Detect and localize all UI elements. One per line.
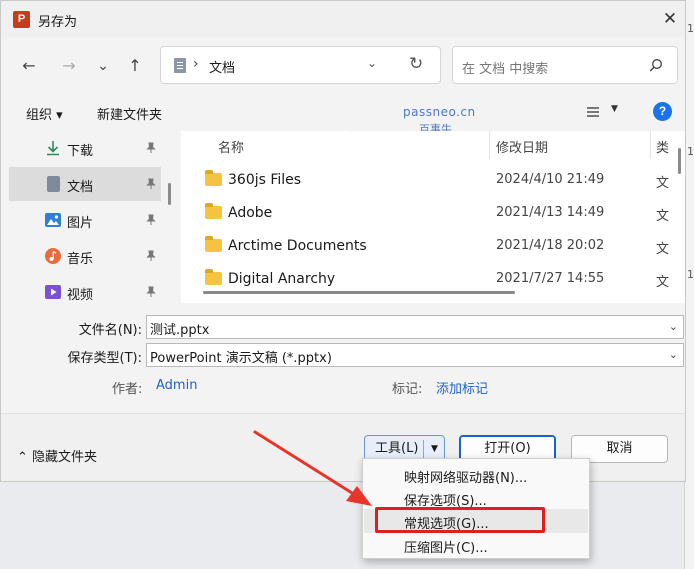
hide-folders-toggle[interactable]: ⌃ 隐藏文件夹 bbox=[17, 446, 97, 465]
file-name: Digital Anarchy bbox=[228, 271, 336, 287]
sidebar-item-documents[interactable]: 文档 bbox=[9, 167, 161, 201]
sidebar-item-label: 文档 bbox=[67, 180, 94, 195]
organize-menu[interactable]: 组织 ▾ bbox=[26, 104, 63, 123]
watermark-url: passneo.cn bbox=[403, 105, 476, 119]
forward-arrow-icon[interactable]: → bbox=[55, 51, 83, 81]
up-arrow-icon[interactable]: ↑ bbox=[121, 51, 149, 81]
picture-icon bbox=[45, 213, 61, 227]
folder-icon bbox=[205, 203, 222, 219]
pin-icon[interactable] bbox=[145, 214, 157, 226]
sidebar-item-videos[interactable]: 视频 bbox=[9, 275, 161, 309]
file-date: 2021/4/18 20:02 bbox=[496, 238, 605, 253]
table-row[interactable]: 360js Files 2024/4/10 21:49 文 bbox=[181, 164, 685, 197]
file-name: Arctime Documents bbox=[228, 238, 367, 254]
chevron-down-icon[interactable]: ⌄ bbox=[669, 320, 678, 333]
sidebar-item-label: 图片 bbox=[67, 216, 94, 231]
vertical-scrollbar[interactable] bbox=[678, 148, 681, 174]
author-label: 作者: bbox=[112, 382, 143, 397]
filetype-value[interactable]: PowerPoint 演示文稿 (*.pptx) bbox=[150, 347, 332, 366]
column-divider[interactable] bbox=[489, 131, 490, 159]
address-bar[interactable]: › 文档 ⌄ ↻ bbox=[160, 46, 441, 84]
refresh-icon[interactable]: ↻ bbox=[409, 54, 423, 74]
recent-locations-chevron-icon[interactable]: ⌄ bbox=[89, 51, 117, 81]
powerpoint-app-icon: P bbox=[13, 11, 30, 28]
file-type: 文 bbox=[656, 209, 670, 224]
sidebar-item-label: 下载 bbox=[67, 144, 94, 159]
file-type: 文 bbox=[656, 176, 670, 191]
view-list-icon[interactable] bbox=[586, 105, 600, 119]
chevron-down-icon[interactable]: ⌄ bbox=[367, 56, 377, 70]
add-tags-link[interactable]: 添加标记 bbox=[436, 378, 488, 397]
folder-icon bbox=[205, 269, 222, 285]
column-header-date[interactable]: 修改日期 bbox=[496, 137, 548, 156]
sidebar-item-pictures[interactable]: 图片 bbox=[9, 203, 161, 237]
sort-ascending-icon: ⌃ bbox=[346, 131, 355, 139]
file-date: 2021/4/13 14:49 bbox=[496, 205, 605, 220]
document-icon bbox=[47, 176, 60, 192]
close-button[interactable]: ✕ bbox=[655, 5, 685, 33]
download-icon bbox=[47, 141, 59, 156]
file-name: 360js Files bbox=[228, 172, 302, 188]
column-header-name[interactable]: 名称 bbox=[218, 137, 244, 156]
document-icon bbox=[174, 58, 186, 73]
filetype-select[interactable]: PowerPoint 演示文稿 (*.pptx) ⌄ bbox=[146, 343, 684, 367]
back-arrow-icon[interactable]: ← bbox=[15, 51, 43, 81]
new-folder-button[interactable]: 新建文件夹 bbox=[97, 104, 162, 123]
title-bar: P 另存为 ✕ bbox=[1, 1, 685, 37]
filename-label: 文件名(N): bbox=[78, 323, 142, 338]
menu-item-map-network-drive[interactable]: 映射网络驱动器(N)... bbox=[364, 463, 588, 487]
folder-icon bbox=[205, 170, 222, 186]
window-title: 另存为 bbox=[38, 15, 78, 30]
help-icon[interactable]: ? bbox=[653, 102, 672, 121]
background-digit: 1 bbox=[687, 22, 694, 35]
column-divider[interactable] bbox=[650, 131, 651, 159]
video-icon bbox=[45, 285, 61, 299]
save-as-dialog: P 另存为 ✕ ← → ⌄ ↑ › 文档 ⌄ ↻ 在 文档 中搜索 组织 ▾ 新… bbox=[0, 0, 686, 482]
file-date: 2021/7/27 14:55 bbox=[496, 271, 605, 286]
breadcrumb-location[interactable]: 文档 bbox=[209, 57, 235, 76]
tags-label: 标记: bbox=[392, 382, 423, 397]
file-name: Adobe bbox=[228, 205, 273, 221]
annotation-highlight-box bbox=[375, 507, 545, 533]
folder-icon bbox=[205, 236, 222, 252]
sidebar-scrollbar[interactable] bbox=[168, 183, 171, 205]
menu-item-label: 映射网络驱动器(N)... bbox=[404, 471, 528, 486]
chevron-down-icon[interactable]: ⌄ bbox=[669, 348, 678, 361]
file-type: 文 bbox=[656, 275, 670, 290]
background-digit: 1 bbox=[687, 268, 694, 281]
horizontal-scrollbar[interactable] bbox=[203, 291, 515, 294]
author-value[interactable]: Admin bbox=[156, 378, 197, 393]
navigation-pane: 下载 文档 图片 音乐 视频 bbox=[1, 131, 177, 303]
pin-icon[interactable] bbox=[145, 178, 157, 190]
search-placeholder: 在 文档 中搜索 bbox=[462, 62, 549, 77]
view-dropdown-icon[interactable]: ▼ bbox=[611, 104, 618, 114]
table-row[interactable]: Adobe 2021/4/13 14:49 文 bbox=[181, 197, 685, 230]
pin-icon[interactable] bbox=[145, 142, 157, 154]
pin-icon[interactable] bbox=[145, 250, 157, 262]
search-icon[interactable] bbox=[649, 58, 663, 72]
tools-divider bbox=[423, 440, 424, 458]
file-date: 2024/4/10 21:49 bbox=[496, 172, 605, 187]
filename-value[interactable]: 测试.pptx bbox=[150, 319, 209, 338]
pin-icon[interactable] bbox=[145, 286, 157, 298]
search-input[interactable]: 在 文档 中搜索 bbox=[452, 46, 678, 84]
sidebar-item-downloads[interactable]: 下载 bbox=[9, 131, 161, 165]
background-digit: 1 bbox=[687, 145, 694, 158]
file-type: 文 bbox=[656, 242, 670, 257]
menu-item-compress-pictures[interactable]: 压缩图片(C)... bbox=[364, 533, 588, 557]
breadcrumb-chevron-icon: › bbox=[193, 56, 199, 72]
sidebar-item-label: 视频 bbox=[67, 288, 94, 303]
menu-item-label: 压缩图片(C)... bbox=[404, 541, 488, 556]
sidebar-item-music[interactable]: 音乐 bbox=[9, 239, 161, 273]
music-icon bbox=[45, 248, 61, 264]
sidebar-item-label: 音乐 bbox=[67, 252, 94, 267]
column-header-type[interactable]: 类 bbox=[656, 137, 669, 156]
filetype-label: 保存类型(T): bbox=[67, 351, 142, 366]
file-list: ⌃ 名称 修改日期 类 360js Files 2024/4/10 21:49 … bbox=[181, 131, 685, 303]
table-row[interactable]: Arctime Documents 2021/4/18 20:02 文 bbox=[181, 230, 685, 263]
filename-field[interactable]: 测试.pptx ⌄ bbox=[146, 315, 684, 339]
